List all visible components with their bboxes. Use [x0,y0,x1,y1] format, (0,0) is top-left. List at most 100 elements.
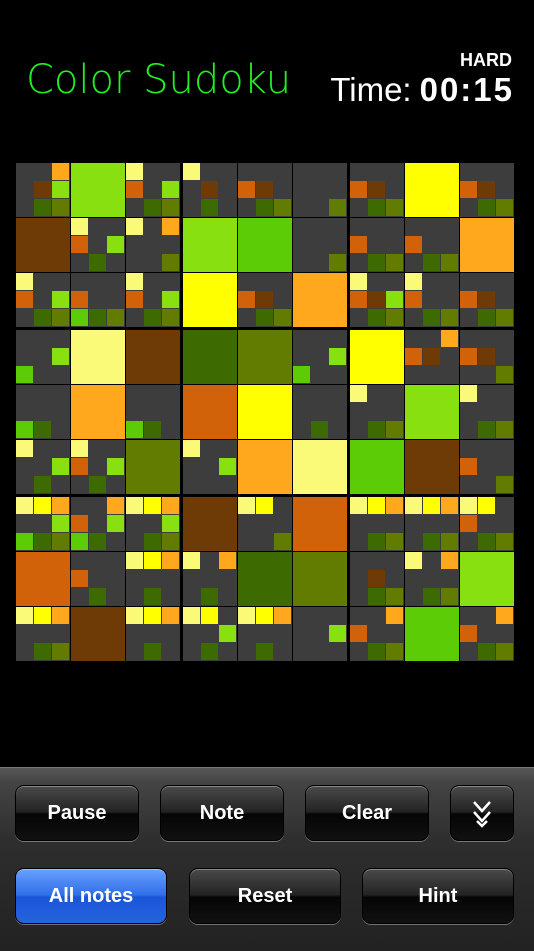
board-cell[interactable] [460,218,514,272]
board-cell[interactable] [16,273,70,327]
board-cell[interactable] [126,385,180,439]
board-cell[interactable] [71,440,125,494]
board-cell[interactable] [460,607,514,661]
cell-color-fill [238,385,292,439]
board-cell[interactable] [238,385,292,439]
board-cell[interactable] [293,497,347,551]
all-notes-button[interactable]: All notes [15,868,167,924]
double-chevron-down-icon [471,798,493,828]
board-cell[interactable] [71,552,125,606]
board-cell[interactable] [183,497,237,551]
collapse-button[interactable] [450,785,514,841]
board-cell[interactable] [460,440,514,494]
board-cell[interactable] [126,163,180,217]
board-cell[interactable] [293,607,347,661]
board-cell[interactable] [238,273,292,327]
board-cell[interactable] [460,385,514,439]
board-cell[interactable] [16,163,70,217]
board-cell[interactable] [405,440,459,494]
board-cell[interactable] [183,163,237,217]
board-cell[interactable] [71,218,125,272]
board-cell[interactable] [293,218,347,272]
board-cell[interactable] [183,330,237,384]
cell-note-mark [386,607,403,624]
board-cell[interactable] [126,218,180,272]
board-cell[interactable] [460,552,514,606]
board-cell[interactable] [405,497,459,551]
reset-button[interactable]: Reset [189,868,341,924]
board-cell[interactable] [293,385,347,439]
clear-button[interactable]: Clear [305,785,429,841]
board-cell[interactable] [126,273,180,327]
cell-note-mark [478,181,495,198]
board-cell[interactable] [350,273,404,327]
board-cell[interactable] [405,273,459,327]
cell-note-mark [34,181,51,198]
board-cell[interactable] [350,385,404,439]
board-cell[interactable] [16,440,70,494]
board-cell[interactable] [126,607,180,661]
cell-note-mark [350,273,367,290]
board-cell[interactable] [126,497,180,551]
board-cell[interactable] [350,440,404,494]
board-cell[interactable] [350,607,404,661]
board-cell[interactable] [405,330,459,384]
board-cell[interactable] [460,163,514,217]
board-cell[interactable] [460,273,514,327]
board-cell[interactable] [405,163,459,217]
board-cell[interactable] [293,552,347,606]
board-cell[interactable] [350,163,404,217]
board-cell[interactable] [183,385,237,439]
cell-note-mark [107,309,124,326]
board-cell[interactable] [293,330,347,384]
board-cell[interactable] [71,497,125,551]
board-cell[interactable] [71,330,125,384]
board-cell[interactable] [71,607,125,661]
board-cell[interactable] [405,218,459,272]
board-cell[interactable] [183,552,237,606]
board-cell[interactable] [16,607,70,661]
board-cell[interactable] [405,385,459,439]
board-cell[interactable] [293,273,347,327]
board-cell[interactable] [460,497,514,551]
board-cell[interactable] [126,440,180,494]
cell-note-mark [16,291,33,308]
board-cell[interactable] [238,607,292,661]
board-cell[interactable] [16,552,70,606]
board-cell[interactable] [293,163,347,217]
board-cell[interactable] [71,385,125,439]
app-title: Color Sudoku [26,57,292,103]
board-cell[interactable] [350,552,404,606]
board-cell[interactable] [183,273,237,327]
board-cell[interactable] [238,440,292,494]
cell-color-fill [71,163,125,217]
board-cell[interactable] [183,218,237,272]
board-cell[interactable] [126,330,180,384]
board-cell[interactable] [183,607,237,661]
board-cell[interactable] [238,163,292,217]
board-cell[interactable] [16,497,70,551]
board-cell[interactable] [238,552,292,606]
board-cell[interactable] [16,218,70,272]
board-cell[interactable] [71,273,125,327]
board-cell[interactable] [126,552,180,606]
board-cell[interactable] [238,218,292,272]
hint-button[interactable]: Hint [362,868,514,924]
board-cell[interactable] [16,385,70,439]
board-cell[interactable] [405,607,459,661]
board-cell[interactable] [405,552,459,606]
board-cell[interactable] [293,440,347,494]
cell-note-mark [478,497,495,514]
board-cell[interactable] [238,497,292,551]
board-cell[interactable] [71,163,125,217]
cell-note-mark [52,458,69,475]
board-cell[interactable] [350,497,404,551]
board-cell[interactable] [183,440,237,494]
board-cell[interactable] [16,330,70,384]
board-cell[interactable] [350,330,404,384]
board-cell[interactable] [238,330,292,384]
pause-button[interactable]: Pause [15,785,139,841]
board-cell[interactable] [350,218,404,272]
board-cell[interactable] [460,330,514,384]
note-button[interactable]: Note [160,785,284,841]
